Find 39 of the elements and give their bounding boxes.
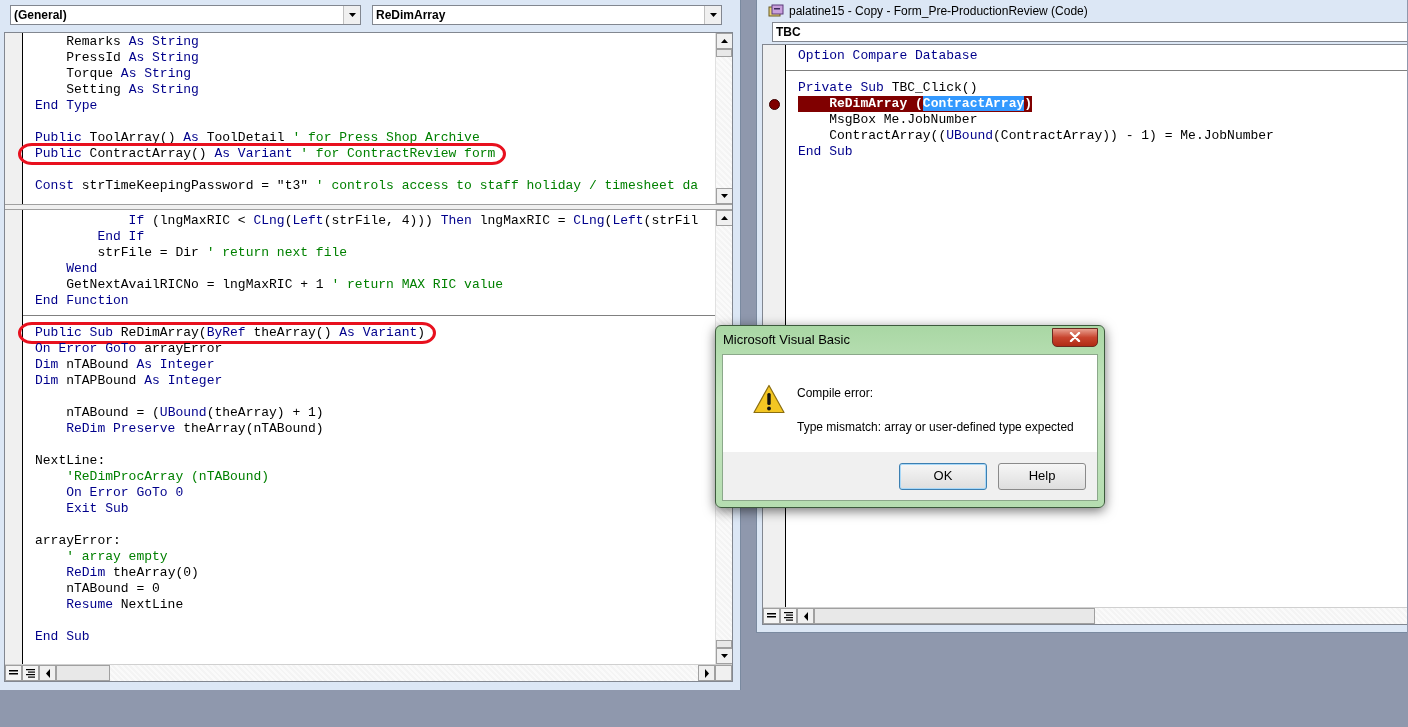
code-line: Public ToolArray() As ToolDetail ' for Press Shop Archive (35, 130, 480, 146)
dialog-title: Microsoft Visual Basic (723, 331, 850, 350)
code-line: Setting As String (65, 82, 199, 98)
code-line: nTABound = 0 (65, 581, 160, 597)
code-line: Public ContractArray() As Variant ' for ContractReview form (35, 146, 496, 161)
code-line: Remarks As String (65, 34, 199, 50)
error-message: Type mismatch: array or user-defined type expected (797, 419, 1074, 436)
code-line: PressId As String (65, 50, 199, 66)
code-line: NextLine: (35, 453, 106, 469)
code-line: ReDim Preserve theArray(nTABound) (65, 421, 324, 437)
code-line: ReDim theArray(0) (65, 565, 199, 581)
code-line: Dim nTAPBound As Integer (35, 373, 223, 389)
code-line: Option Compare Database (798, 48, 978, 64)
code-line: If (lngMaxRIC < CLng(Left(strFile, 4))) Then lngMaxRIC = CLng(Left(strFil (127, 213, 699, 229)
code-line: strFile = Dir ' return next file (96, 245, 348, 261)
code-line: On Error GoTo arrayError (35, 341, 223, 357)
code-line: Dim nTABound As Integer (35, 357, 215, 373)
code-line: Wend (65, 261, 98, 277)
code-line: End Function (35, 293, 129, 309)
code-line: Private Sub TBC_Click() (798, 80, 978, 96)
code-line: ContractArray((UBound(ContractArray)) - 1) = Me.JobNumber (828, 128, 1274, 144)
code-line: Public Sub ReDimArray(ByRef theArray() As Variant) (35, 325, 426, 340)
code-line: End Sub (35, 629, 90, 645)
code-line: Resume NextLine (65, 597, 184, 613)
code-line: 'ReDimProcArray (nTABound) (65, 469, 270, 485)
code-line: nTABound = (UBound(theArray) + 1) (65, 405, 324, 421)
code-line: arrayError: (35, 533, 121, 549)
code-line: End Type (35, 98, 98, 114)
code-line: End Sub (798, 144, 853, 160)
code-line: On Error GoTo 0 (65, 485, 184, 501)
code-line: Exit Sub (65, 501, 129, 517)
code-line: Const strTimeKeepingPassword = "t3" ' controls access to staff holiday / timesheet da (35, 178, 699, 194)
error-heading: Compile error: (797, 385, 875, 402)
code-line: MsgBox Me.JobNumber (828, 112, 978, 128)
code-line: End If (96, 229, 145, 245)
window-title: palatine15 - Copy - Form_Pre-ProductionReview (Code) (789, 3, 1088, 20)
code-line: ' array empty (65, 549, 168, 565)
code-line: Torque As String (65, 66, 192, 82)
code-line: GetNextAvailRICNo = lngMaxRIC + 1 ' return MAX RIC value (65, 277, 504, 293)
